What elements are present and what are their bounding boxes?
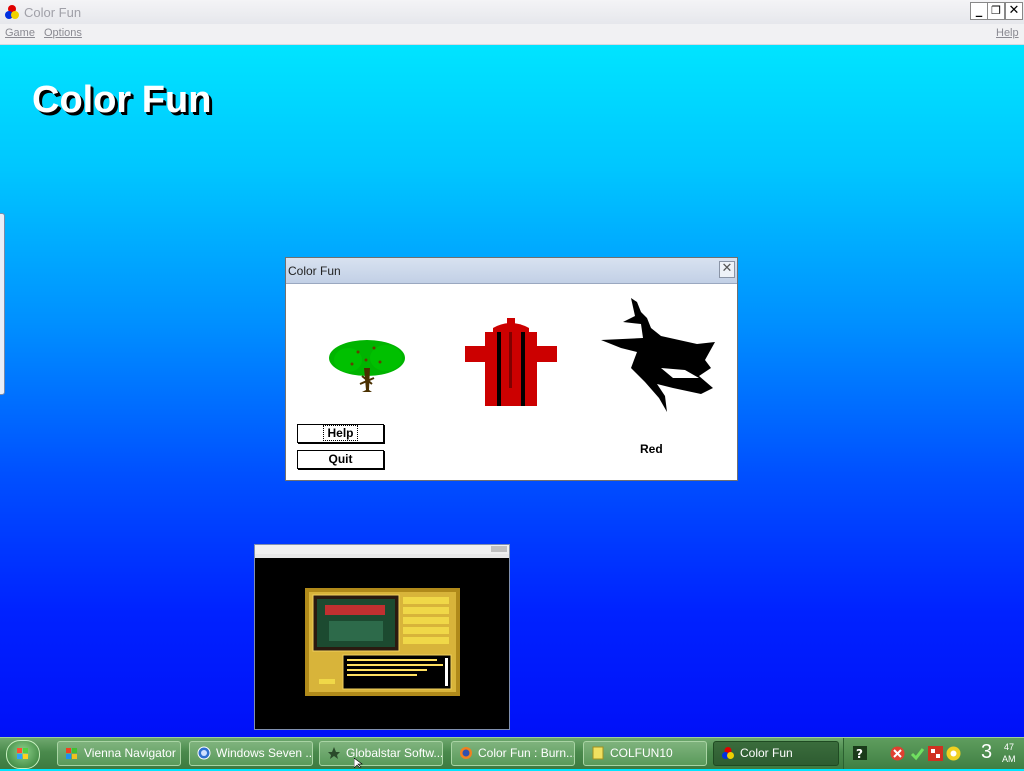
color-name-label: Red [640,442,663,456]
taskbar-item-windows-seven[interactable]: Windows Seven ... [189,741,313,766]
folder-icon [592,746,604,760]
taskbar-item-label: Color Fun : Burn... [478,746,575,760]
taskbar-item-globalstar[interactable]: Globalstar Softw... [319,741,443,766]
close-icon: ✕ [721,261,733,276]
window-titlebar: Color Fun _ ❐ ✕ [0,0,1024,25]
color-fun-app-icon [5,5,19,19]
mouse-cursor-icon [354,758,363,768]
taskbar-item-color-fun[interactable]: Color Fun [713,741,839,766]
browser-icon [197,746,211,760]
close-icon: ✕ [1008,3,1020,18]
windows-flag-icon [66,748,77,759]
taskbar-item-label: Color Fun [740,746,793,760]
taskbar-item-colfun10[interactable]: COLFUN10 [583,741,707,766]
help-button-label: Help [323,425,358,441]
star-icon [328,747,340,759]
quit-button[interactable]: Quit [297,450,384,469]
restore-button[interactable]: ❐ [987,2,1005,20]
windows-logo-icon [17,748,28,759]
taskbar-item-label: Vienna Navigator [84,746,176,760]
color-fun-icon [722,747,734,759]
clock-ampm: AM [1002,754,1016,764]
window-thumbnail-preview[interactable] [254,544,510,730]
start-button[interactable] [6,740,40,769]
witch-icon[interactable] [601,298,717,414]
system-tray: ? 3 47 AM [843,738,1024,769]
menu-options[interactable]: Options [44,27,82,39]
side-panel-handle[interactable] [0,213,5,395]
taskbar: Vienna Navigator Windows Seven ... Globa… [0,737,1024,769]
color-fun-dialog: Color Fun ✕ Help Quit Red [285,257,738,481]
tree-icon[interactable] [328,338,406,392]
dialog-close-button[interactable]: ✕ [719,261,735,278]
taskbar-item-color-fun-burn[interactable]: Color Fun : Burn... [451,741,575,766]
dialog-title: Color Fun [288,264,341,278]
restore-icon: ❐ [991,4,1001,17]
fire-hydrant-icon[interactable] [465,318,557,406]
taskbar-item-label: Windows Seven ... [216,746,313,760]
clock-minute: 47 [1004,742,1015,752]
menu-bar: Game Options Help [0,24,1024,45]
firefox-icon [460,747,472,759]
taskbar-item-vienna-navigator[interactable]: Vienna Navigator [57,741,181,766]
network-icon[interactable] [928,746,943,761]
help-button[interactable]: Help [297,424,384,443]
clock-hour[interactable]: 3 [981,741,992,763]
menu-help[interactable]: Help [996,27,1019,39]
close-button[interactable]: ✕ [1005,2,1023,20]
thumbnail-preview-image [255,545,509,696]
help-tray-icon[interactable]: ? [853,746,867,760]
dialog-titlebar: Color Fun ✕ [286,258,737,284]
taskbar-item-label: COLFUN10 [610,746,673,760]
game-title: Color Fun [32,79,212,121]
check-shield-icon[interactable] [910,746,925,761]
messenger-icon[interactable] [946,746,961,761]
window-title: Color Fun [24,5,82,20]
minimize-icon: _ [975,3,983,18]
menu-game[interactable]: Game [5,27,35,39]
security-alert-icon[interactable] [890,746,905,761]
svg-text:?: ? [856,747,863,760]
minimize-button[interactable]: _ [970,2,988,20]
